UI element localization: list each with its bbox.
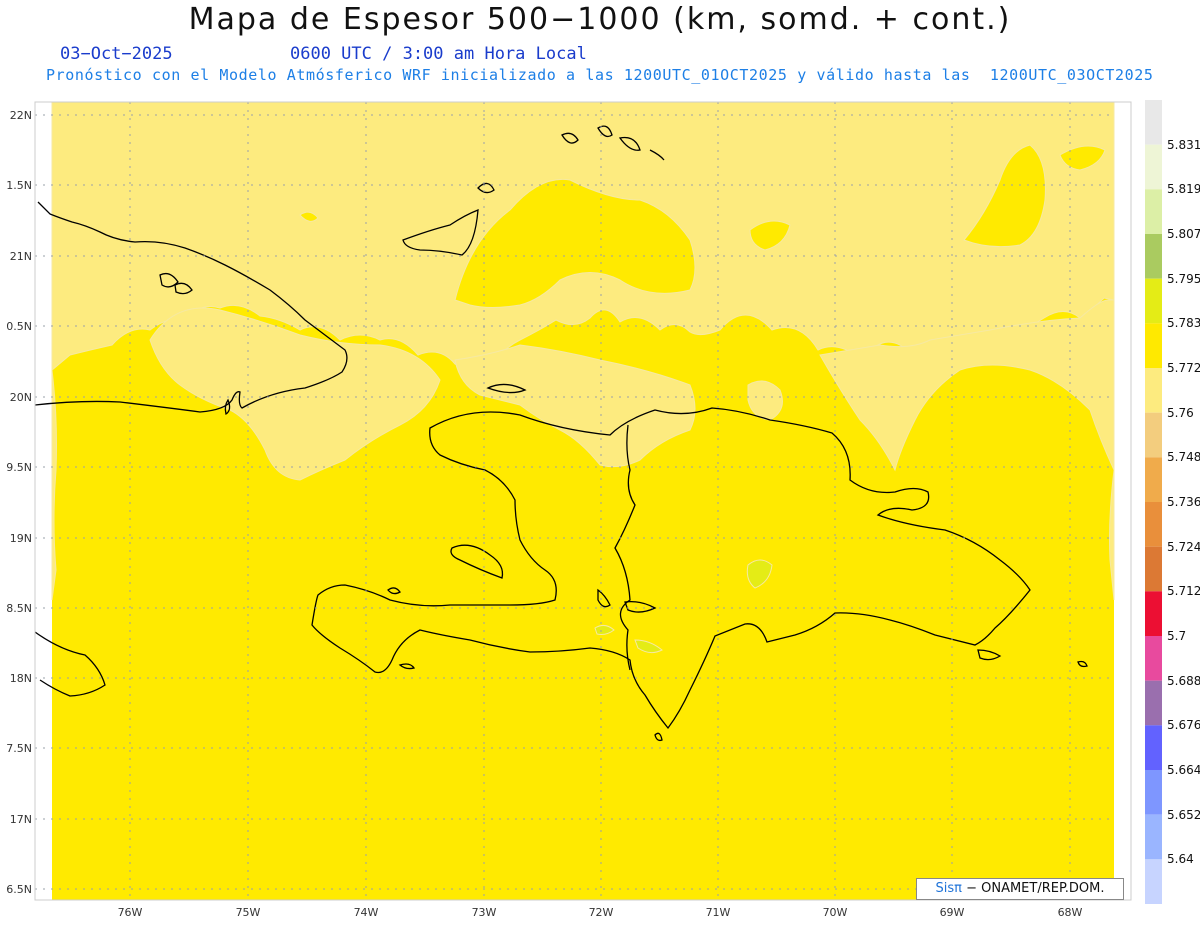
colorbar-swatch xyxy=(1145,100,1162,145)
lon-label: 68W xyxy=(1058,906,1083,919)
colorbar-label: 5.652 xyxy=(1167,807,1200,822)
lat-label: 22N xyxy=(10,109,32,122)
lon-label: 74W xyxy=(354,906,379,919)
colorbar-swatch xyxy=(1145,859,1162,904)
colorbar-swatch xyxy=(1145,189,1162,234)
lon-label: 70W xyxy=(823,906,848,919)
lat-label: 9.5N xyxy=(6,461,32,474)
colorbar-swatch xyxy=(1145,144,1162,190)
latitude-labels: 22N 1.5N 21N 0.5N 20N 9.5N 19N 8.5N 18N … xyxy=(6,109,32,896)
lat-label: 18N xyxy=(10,672,32,685)
colorbar-label: 5.64 xyxy=(1167,852,1194,867)
colorbar-label: 5.724 xyxy=(1167,539,1200,554)
credit-box: Sisπ − ONAMET/REP.DOM. xyxy=(916,878,1124,900)
colorbar-swatch xyxy=(1145,725,1162,770)
colorbar xyxy=(1145,100,1162,904)
colorbar-label: 5.748 xyxy=(1167,450,1200,465)
colorbar-label: 5.807 xyxy=(1167,227,1200,241)
colorbar-swatch xyxy=(1145,412,1162,458)
lat-label: 8.5N xyxy=(6,602,32,615)
colorbar-swatch xyxy=(1145,680,1162,726)
lat-label: 0.5N xyxy=(6,320,32,333)
colorbar-swatch xyxy=(1145,814,1162,860)
colorbar-swatch xyxy=(1145,591,1162,636)
colorbar-label: 5.664 xyxy=(1167,763,1200,777)
colorbar-swatch xyxy=(1145,546,1162,592)
colorbar-label: 5.831 xyxy=(1167,137,1200,152)
longitude-labels: 76W 75W 74W 73W 72W 71W 70W 69W 68W xyxy=(118,906,1083,919)
colorbar-swatch xyxy=(1145,770,1162,815)
lon-label: 72W xyxy=(589,906,614,919)
lon-label: 73W xyxy=(472,906,497,919)
lat-label: 6.5N xyxy=(6,883,32,896)
credit-text: − ONAMET/REP.DOM. xyxy=(966,881,1105,896)
colorbar-swatch xyxy=(1145,234,1162,279)
colorbar-label: 5.772 xyxy=(1167,361,1200,375)
colorbar-label: 5.712 xyxy=(1167,584,1200,599)
lat-label: 17N xyxy=(10,813,32,826)
colorbar-swatch xyxy=(1145,323,1162,368)
colorbar-swatch xyxy=(1145,278,1162,324)
lat-label: 1.5N xyxy=(6,179,32,192)
lon-label: 75W xyxy=(236,906,261,919)
lon-label: 71W xyxy=(706,906,731,919)
colorbar-label: 5.795 xyxy=(1167,271,1200,286)
colorbar-swatch xyxy=(1145,457,1162,502)
colorbar-swatch xyxy=(1145,636,1162,681)
colorbar-swatch xyxy=(1145,368,1162,413)
colorbar-label: 5.676 xyxy=(1167,718,1200,733)
colorbar-label: 5.819 xyxy=(1167,182,1200,197)
credit-brand: Sisπ xyxy=(935,881,962,896)
lat-label: 19N xyxy=(10,532,32,545)
lat-label: 21N xyxy=(10,250,32,263)
lon-label: 69W xyxy=(940,906,965,919)
thickness-map: 22N 1.5N 21N 0.5N 20N 9.5N 19N 8.5N 18N … xyxy=(6,100,1162,919)
colorbar-swatch xyxy=(1145,502,1162,547)
colorbar-label: 5.783 xyxy=(1167,316,1200,331)
colorbar-label: 5.76 xyxy=(1167,405,1194,420)
colorbar-label: 5.7 xyxy=(1167,629,1187,643)
lat-label: 7.5N xyxy=(6,742,32,755)
colorbar-label: 5.736 xyxy=(1167,495,1200,509)
colorbar-label: 5.688 xyxy=(1167,673,1200,688)
lat-label: 20N xyxy=(10,391,32,404)
lon-label: 76W xyxy=(118,906,143,919)
